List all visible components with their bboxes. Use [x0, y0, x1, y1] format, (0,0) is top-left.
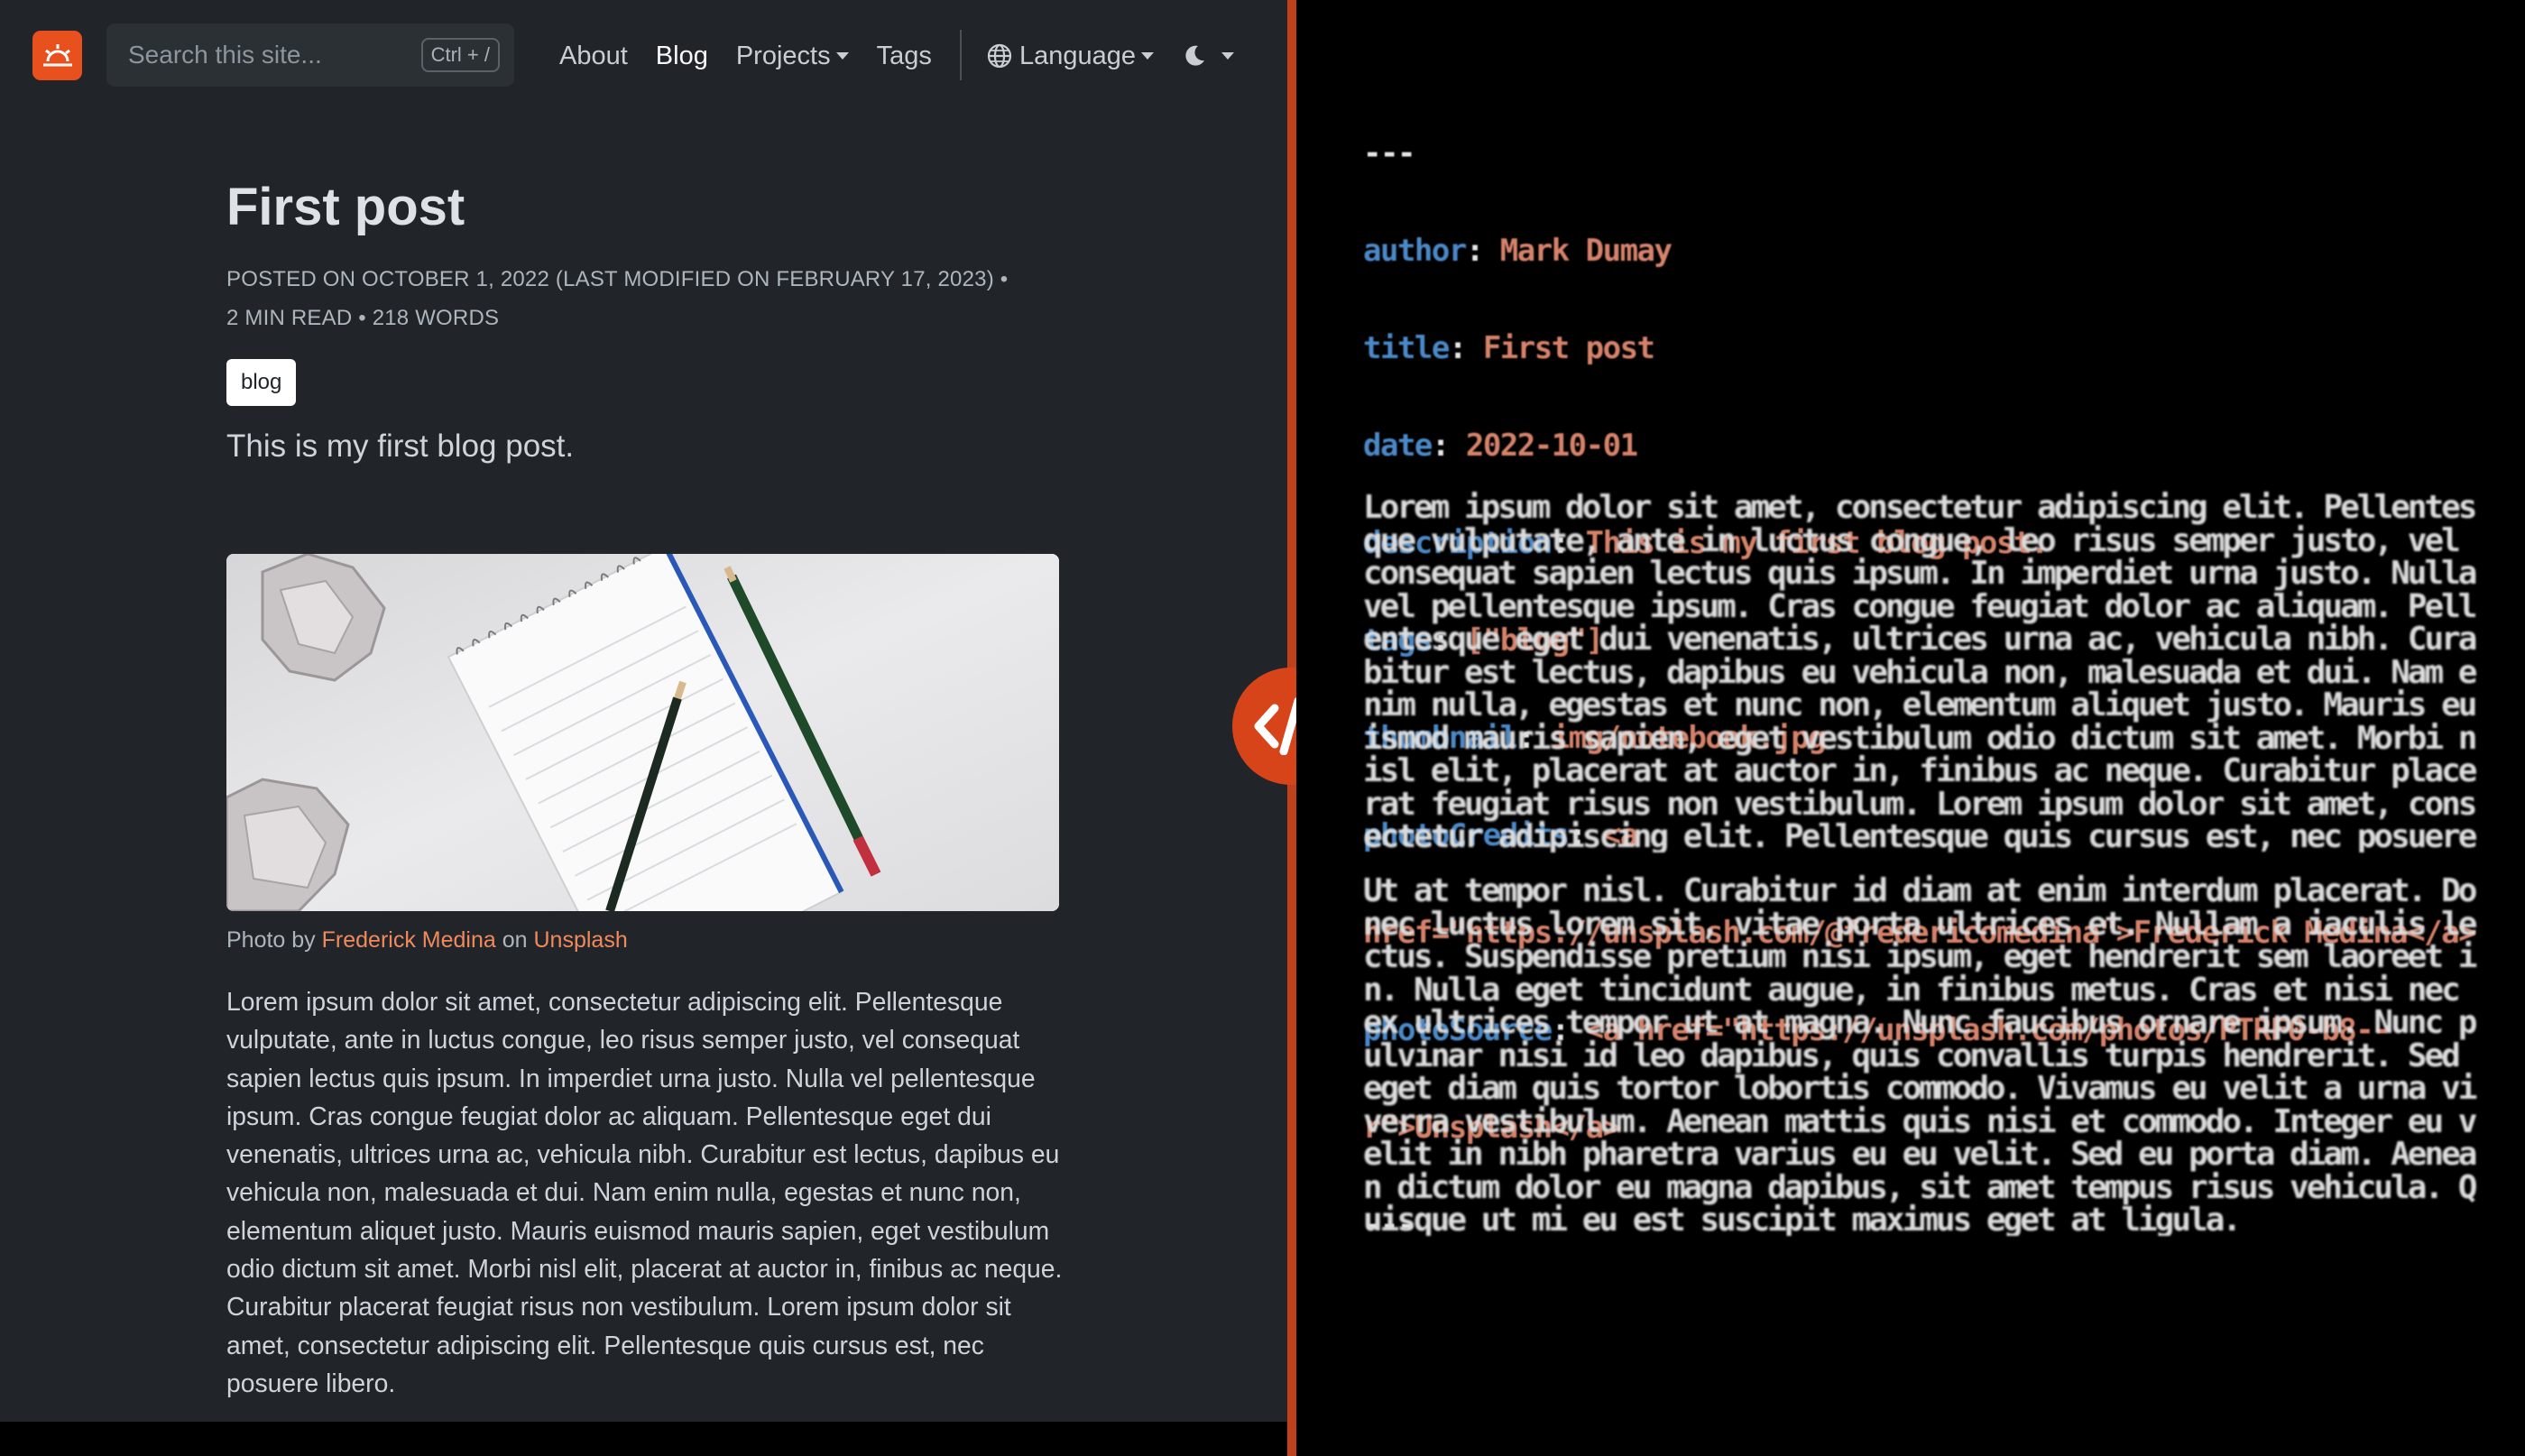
moon-icon [1185, 45, 1204, 66]
site-logo[interactable] [32, 31, 82, 80]
navbar: Search this site... Ctrl + / About Blog … [0, 0, 1287, 110]
post-thumbnail [226, 554, 1059, 911]
source-paragraph-1: Lorem ipsum dolor sit amet, consectetur … [1363, 492, 2477, 852]
nav-link-about[interactable]: About [559, 41, 628, 71]
nav-links: About Blog Projects Tags [559, 34, 960, 78]
language-label: Language [1019, 41, 1137, 70]
post-meta-line1: Posted on October 1, 2022 (Last modified… [226, 267, 1009, 291]
post-body: Lorem ipsum dolor sit amet, consectetur … [226, 987, 1063, 1397]
nav-divider [960, 30, 962, 80]
article-header: First post Posted on October 1, 2022 (La… [226, 171, 1059, 469]
frontmatter-line: author: Mark Dumay [1363, 235, 1673, 267]
preview-pane: Search this site... Ctrl + / About Blog … [0, 0, 1287, 1422]
theme-toggle[interactable] [1182, 34, 1234, 78]
search-input[interactable]: Search this site... Ctrl + / [106, 23, 514, 87]
caption-prefix: Photo by [226, 927, 316, 953]
nav-link-blog[interactable]: Blog [656, 41, 708, 71]
photo-source-link[interactable]: Unsplash [534, 927, 628, 953]
post-meta: Posted on October 1, 2022 (Last modified… [226, 260, 1059, 337]
nav-link-projects-label: Projects [735, 41, 831, 70]
sunrise-icon [42, 43, 72, 66]
notebook-image [226, 554, 1059, 911]
frontmatter-line: title: First post [1363, 332, 1655, 364]
caption-mid: on [502, 927, 528, 953]
frontmatter-fence: --- [1363, 137, 1415, 170]
nav-link-projects[interactable]: Projects [736, 41, 849, 71]
globe-icon [987, 43, 1012, 69]
source-pane: --- author: Mark Dumay title: First post… [1296, 0, 2525, 1456]
nav-link-tags[interactable]: Tags [877, 41, 932, 71]
tag-badge[interactable]: blog [226, 359, 297, 406]
post-meta-line2: 2 min read • 218 words [226, 306, 500, 330]
chevron-down-icon [835, 52, 849, 60]
language-dropdown[interactable]: Language [987, 34, 1155, 78]
page-title: First post [226, 178, 465, 236]
photo-caption: Photo by Frederick Medina on Unsplash [226, 924, 628, 956]
frontmatter-line: date: 2022-10-01 [1363, 429, 1638, 462]
chevron-down-icon [1141, 52, 1155, 60]
photo-author-link[interactable]: Frederick Medina [322, 927, 496, 953]
search-placeholder: Search this site... [128, 41, 322, 69]
post-lead: This is my first blog post. [226, 429, 575, 464]
source-paragraph-2: Ut at tempor nisl. Curabitur id diam at … [1363, 875, 2477, 1236]
search-shortcut: Ctrl + / [420, 38, 500, 72]
chevron-down-icon [1221, 52, 1234, 60]
bottom-strip [0, 1422, 1287, 1456]
